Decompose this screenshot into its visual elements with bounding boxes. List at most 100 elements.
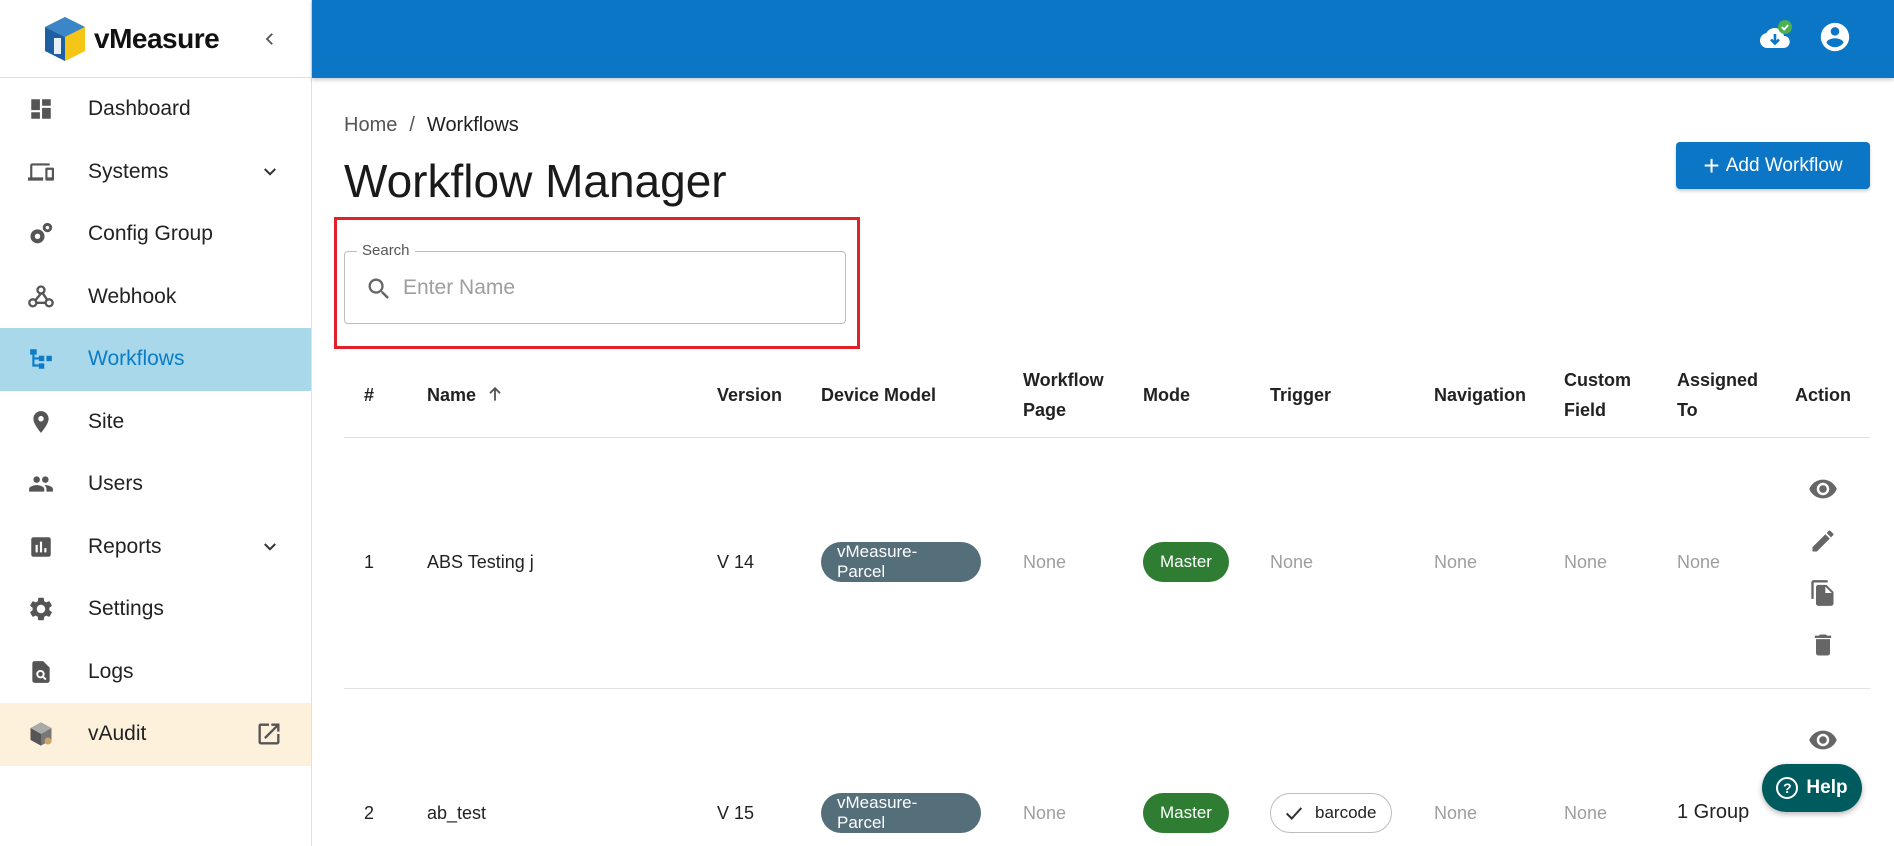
workflows-table: # Name Version Device Model Workflow Page…	[344, 352, 1870, 846]
col-header-custom-field: Custom Field	[1564, 365, 1631, 425]
col-header-assigned-to-line2: To	[1677, 400, 1698, 420]
delete-icon[interactable]	[1806, 628, 1840, 662]
col-header-assigned-to-line1: Assigned	[1677, 370, 1759, 390]
trigger-chip-label: barcode	[1315, 803, 1377, 822]
table-row: 1 ABS Testing j V 14 vMeasure-Parcel Non…	[344, 438, 1870, 689]
log-search-icon	[26, 657, 56, 687]
col-header-device-model: Device Model	[821, 385, 937, 405]
collapse-sidebar-button[interactable]	[255, 24, 285, 54]
cell-workflow-page: None	[1023, 552, 1067, 572]
sidebar-item-label: Logs	[88, 659, 134, 683]
sort-ascending-icon	[489, 386, 501, 401]
cell-name: ab_test	[427, 803, 487, 823]
account-circle-icon[interactable]	[1818, 20, 1852, 54]
open-external-icon[interactable]	[255, 720, 283, 748]
sidebar-item-config-group[interactable]: Config Group	[0, 203, 311, 266]
cell-custom-field: None	[1564, 552, 1608, 572]
help-question-icon: ?	[1776, 777, 1799, 799]
table-row: 2 ab_test V 15 vMeasure-Parcel None Mast…	[344, 689, 1870, 846]
devices-icon	[26, 157, 56, 187]
breadcrumb-home-link[interactable]: Home	[344, 114, 397, 137]
col-header-mode: Mode	[1143, 385, 1190, 405]
sidebar-item-logs[interactable]: Logs	[0, 641, 311, 704]
col-header-navigation: Navigation	[1434, 385, 1527, 405]
col-header-workflow-page-line2: Page	[1023, 400, 1067, 420]
sidebar-nav: Dashboard Systems Config Group Webhook W…	[0, 78, 311, 766]
edit-icon[interactable]	[1806, 524, 1840, 558]
top-app-bar	[312, 0, 1894, 78]
sidebar-item-dashboard[interactable]: Dashboard	[0, 78, 311, 141]
sidebar-item-reports[interactable]: Reports	[0, 516, 311, 579]
cell-navigation: None	[1434, 803, 1478, 823]
sidebar-item-site[interactable]: Site	[0, 391, 311, 454]
sidebar-item-label: Systems	[88, 159, 169, 183]
brand: vMeasure	[0, 0, 311, 78]
view-icon[interactable]	[1806, 723, 1840, 757]
col-header-trigger: Trigger	[1270, 385, 1332, 405]
sidebar-item-label: Webhook	[88, 284, 177, 308]
sidebar-item-label: Dashboard	[88, 97, 191, 121]
help-label: Help	[1806, 777, 1848, 798]
cell-custom-field: None	[1564, 803, 1608, 823]
brand-name: vMeasure	[94, 22, 220, 54]
sidebar-item-systems[interactable]: Systems	[0, 141, 311, 204]
cell-trigger: None	[1270, 552, 1314, 572]
workflow-icon	[26, 344, 56, 374]
device-model-chip: vMeasure-Parcel	[821, 793, 981, 833]
col-header-version: Version	[717, 385, 783, 405]
sidebar-item-label: Config Group	[88, 222, 213, 246]
dashboard-icon	[26, 94, 56, 124]
chevron-left-icon	[265, 33, 273, 45]
location-pin-icon	[26, 407, 56, 437]
chevron-down-icon	[259, 161, 281, 183]
cell-assigned-to: 1 Group	[1677, 801, 1750, 823]
cell-version: V 15	[717, 803, 755, 823]
copy-icon[interactable]	[1806, 576, 1840, 610]
col-header-custom-field-line2: Field	[1564, 400, 1607, 420]
vmeasure-logo-icon	[45, 16, 85, 61]
col-header-custom-field-line1: Custom	[1564, 370, 1631, 390]
help-button[interactable]: ? Help	[1762, 764, 1862, 812]
sidebar-item-users[interactable]: Users	[0, 453, 311, 516]
search-input[interactable]	[403, 270, 823, 306]
col-header-name-label: Name	[427, 385, 477, 405]
breadcrumb: Home / Workflows	[344, 114, 519, 137]
cloud-download-synced-icon[interactable]	[1754, 18, 1794, 58]
sidebar-item-label: Users	[88, 472, 143, 496]
col-header-assigned-to: Assigned To	[1677, 365, 1758, 425]
cell-workflow-page: None	[1023, 803, 1067, 823]
cell-name: ABS Testing j	[427, 552, 534, 572]
chevron-down-icon	[259, 536, 281, 558]
cell-assigned-to: None	[1677, 552, 1721, 572]
cell-navigation: None	[1434, 552, 1478, 572]
trigger-chip: barcode	[1270, 793, 1392, 833]
bar-chart-icon	[26, 532, 56, 562]
sidebar-item-settings[interactable]: Settings	[0, 578, 311, 641]
cell-version: V 14	[717, 552, 755, 572]
gears-icon	[26, 219, 56, 249]
mode-chip: Master	[1143, 793, 1229, 833]
col-header-workflow-page-line1: Workflow	[1023, 370, 1104, 390]
sidebar-item-vaudit[interactable]: vAudit	[0, 703, 311, 766]
col-header-number: #	[364, 385, 375, 405]
check-icon	[1285, 807, 1303, 820]
users-icon	[26, 469, 56, 499]
device-model-chip: vMeasure-Parcel	[821, 542, 981, 582]
sidebar-item-webhook[interactable]: Webhook	[0, 266, 311, 329]
sidebar-item-label: Workflows	[88, 347, 185, 371]
breadcrumb-current: Workflows	[426, 114, 519, 136]
cell-number: 1	[364, 552, 375, 572]
breadcrumb-separator: /	[409, 114, 415, 136]
col-header-workflow-page: Workflow Page	[1023, 365, 1104, 425]
plus-icon: +	[1703, 149, 1720, 181]
search-legend: Search	[357, 242, 415, 259]
add-workflow-button[interactable]: + Add Workflow	[1676, 142, 1870, 189]
gear-icon	[26, 594, 56, 624]
sidebar-item-workflows[interactable]: Workflows	[0, 328, 311, 391]
search-field: Search	[344, 242, 846, 324]
col-header-name[interactable]: Name	[427, 380, 505, 410]
sidebar-item-label: Site	[88, 409, 125, 433]
view-icon[interactable]	[1806, 472, 1840, 506]
mode-chip: Master	[1143, 542, 1229, 582]
table-header: # Name Version Device Model Workflow Page…	[344, 352, 1870, 438]
